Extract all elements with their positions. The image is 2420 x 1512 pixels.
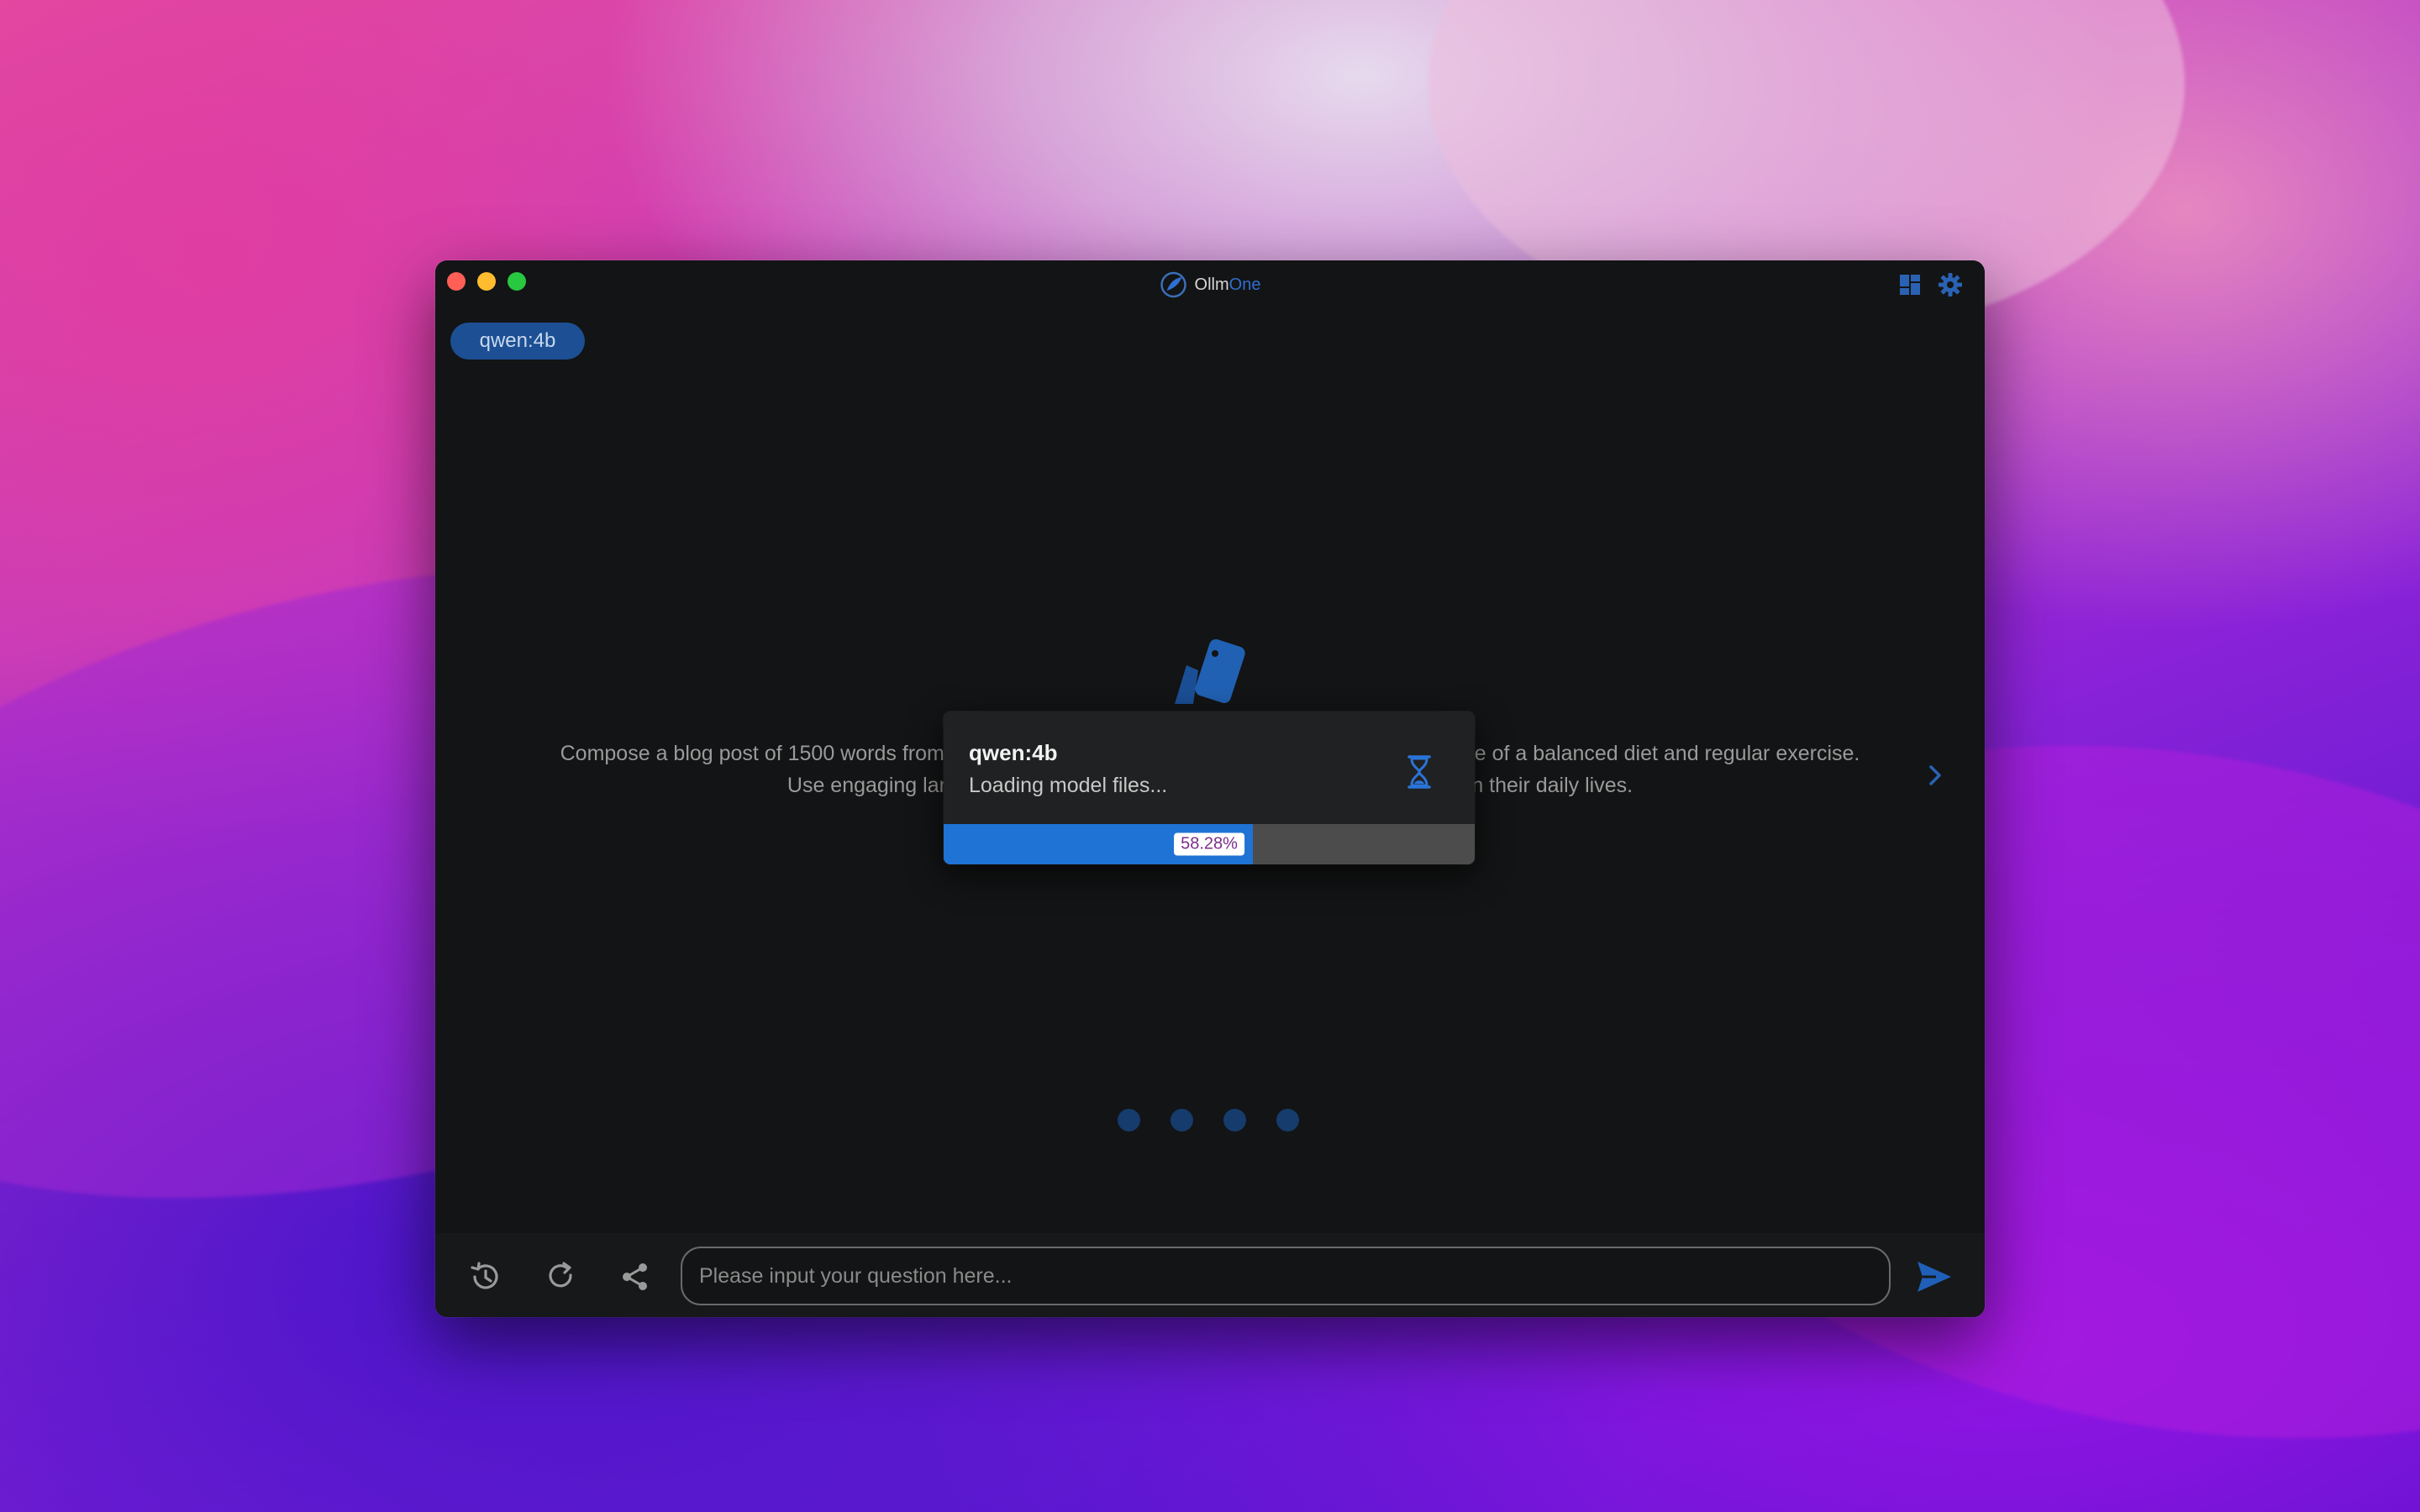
hourglass-icon <box>1407 755 1431 789</box>
window-minimize-button[interactable] <box>477 272 496 291</box>
question-input[interactable] <box>681 1247 1891 1305</box>
loading-progress-bar: 58.28% <box>944 824 1475 864</box>
carousel-dot[interactable] <box>1276 1109 1299 1131</box>
model-loading-dialog: qwen:4b Loading model files... 58.28% <box>944 711 1475 864</box>
window-close-button[interactable] <box>447 272 466 291</box>
prompt-cards-icon <box>1175 638 1245 704</box>
loading-progress-label: 58.28% <box>1174 832 1244 856</box>
send-icon[interactable] <box>1914 1257 1954 1297</box>
carousel-pagination <box>1118 1109 1299 1131</box>
dashboard-icon[interactable] <box>1897 272 1923 297</box>
titlebar-actions <box>1897 272 1963 297</box>
app-logo-icon <box>1160 271 1186 298</box>
loading-status-text: Loading model files... <box>969 774 1168 797</box>
app-title-prefix: Ollm <box>1194 275 1229 294</box>
loading-model-name: qwen:4b <box>969 740 1058 765</box>
chevron-right-icon[interactable] <box>1923 763 1948 788</box>
carousel-dot[interactable] <box>1223 1109 1246 1131</box>
refresh-icon[interactable] <box>544 1260 578 1294</box>
share-icon[interactable] <box>618 1260 652 1294</box>
title-bar: Ollm One <box>435 260 1985 309</box>
model-selector-pill[interactable]: qwen:4b <box>450 323 585 360</box>
chat-input-bar <box>435 1233 1985 1317</box>
app-title: Ollm One <box>1160 270 1261 299</box>
window-maximize-button[interactable] <box>508 272 526 291</box>
carousel-dot[interactable] <box>1171 1109 1193 1131</box>
app-title-suffix: One <box>1228 275 1261 294</box>
carousel-dot[interactable] <box>1118 1109 1140 1131</box>
app-window: Ollm One qwen:4b Compose a blog post of … <box>435 260 1985 1317</box>
history-icon[interactable] <box>469 1260 502 1294</box>
gear-icon[interactable] <box>1938 272 1963 297</box>
